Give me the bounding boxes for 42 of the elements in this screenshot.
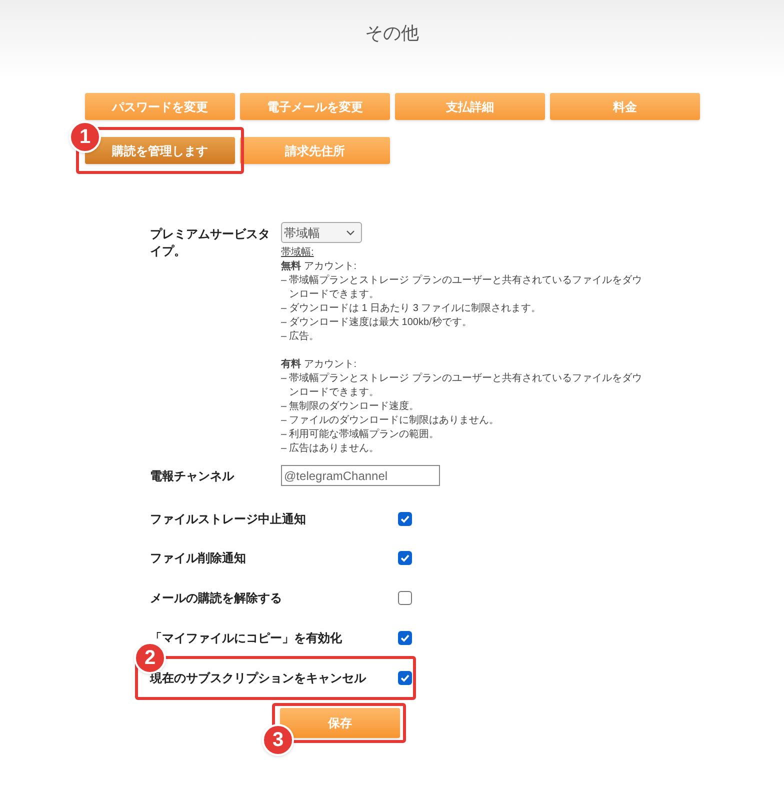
plan-select[interactable]: 帯域幅 [281,222,362,243]
checkbox[interactable] [398,551,412,565]
feature-text: 帯域幅プランとストレージ プランのユーザーと共有されているファイルをダウンロードできます。 [289,274,643,302]
page-title: その他 [365,22,419,44]
feature-text: 帯域幅プランとストレージ プランのユーザーと共有されているファイルをダウンロードできます。 [289,372,643,400]
dash-bullet: – [281,274,288,288]
chevron-down-icon [346,230,355,236]
option-label: ファイルストレージ中止通知 [150,511,307,528]
feature-text: 広告。 [289,330,319,344]
checkbox[interactable] [398,512,412,526]
option-label: メールの購読を解除する [150,590,283,607]
field-label: プレミアムサービスタイプ。 [150,226,271,260]
field-label: 電報チャンネル [150,468,236,484]
dash-bullet: – [281,330,288,344]
dash-bullet: – [281,428,288,442]
account-heading: 無料 アカウント: [281,260,357,274]
dash-bullet: – [281,414,288,428]
nav-button[interactable]: 支払詳細 [395,93,545,120]
step-badge: 3 [262,724,294,756]
account-heading: 有料 アカウント: [281,358,357,372]
feature-text: ダウンロード速度は最大 100kb/秒です。 [289,316,472,330]
option-label: ファイル削除通知 [150,550,247,567]
nav-button[interactable]: 請求先住所 [240,137,390,164]
feature-text: ダウンロードは 1 日あたり 3 ファイルに制限されます。 [289,302,542,316]
dash-bullet: – [281,400,288,414]
plan-heading: 帯域幅: [281,246,314,260]
nav-button[interactable]: 料金 [550,93,700,120]
feature-text: 広告はありません。 [289,442,379,456]
dash-bullet: – [281,372,288,386]
dash-bullet: – [281,442,288,456]
step-badge: 1 [69,121,101,153]
nav-button[interactable]: パスワードを変更 [85,93,235,120]
telegram-input[interactable]: @telegramChannel [281,465,440,486]
checkbox[interactable] [398,591,412,605]
feature-text: ファイルのダウンロードに制限はありません。 [289,414,499,428]
dash-bullet: – [281,302,288,316]
dash-bullet: – [281,316,288,330]
feature-text: 利用可能な帯域幅プランの範囲。 [289,428,439,442]
feature-text: 無制限のダウンロード速度。 [289,400,419,414]
checkbox[interactable] [398,671,412,685]
checkbox[interactable] [398,631,412,645]
nav-button[interactable]: 電子メールを変更 [240,93,390,120]
